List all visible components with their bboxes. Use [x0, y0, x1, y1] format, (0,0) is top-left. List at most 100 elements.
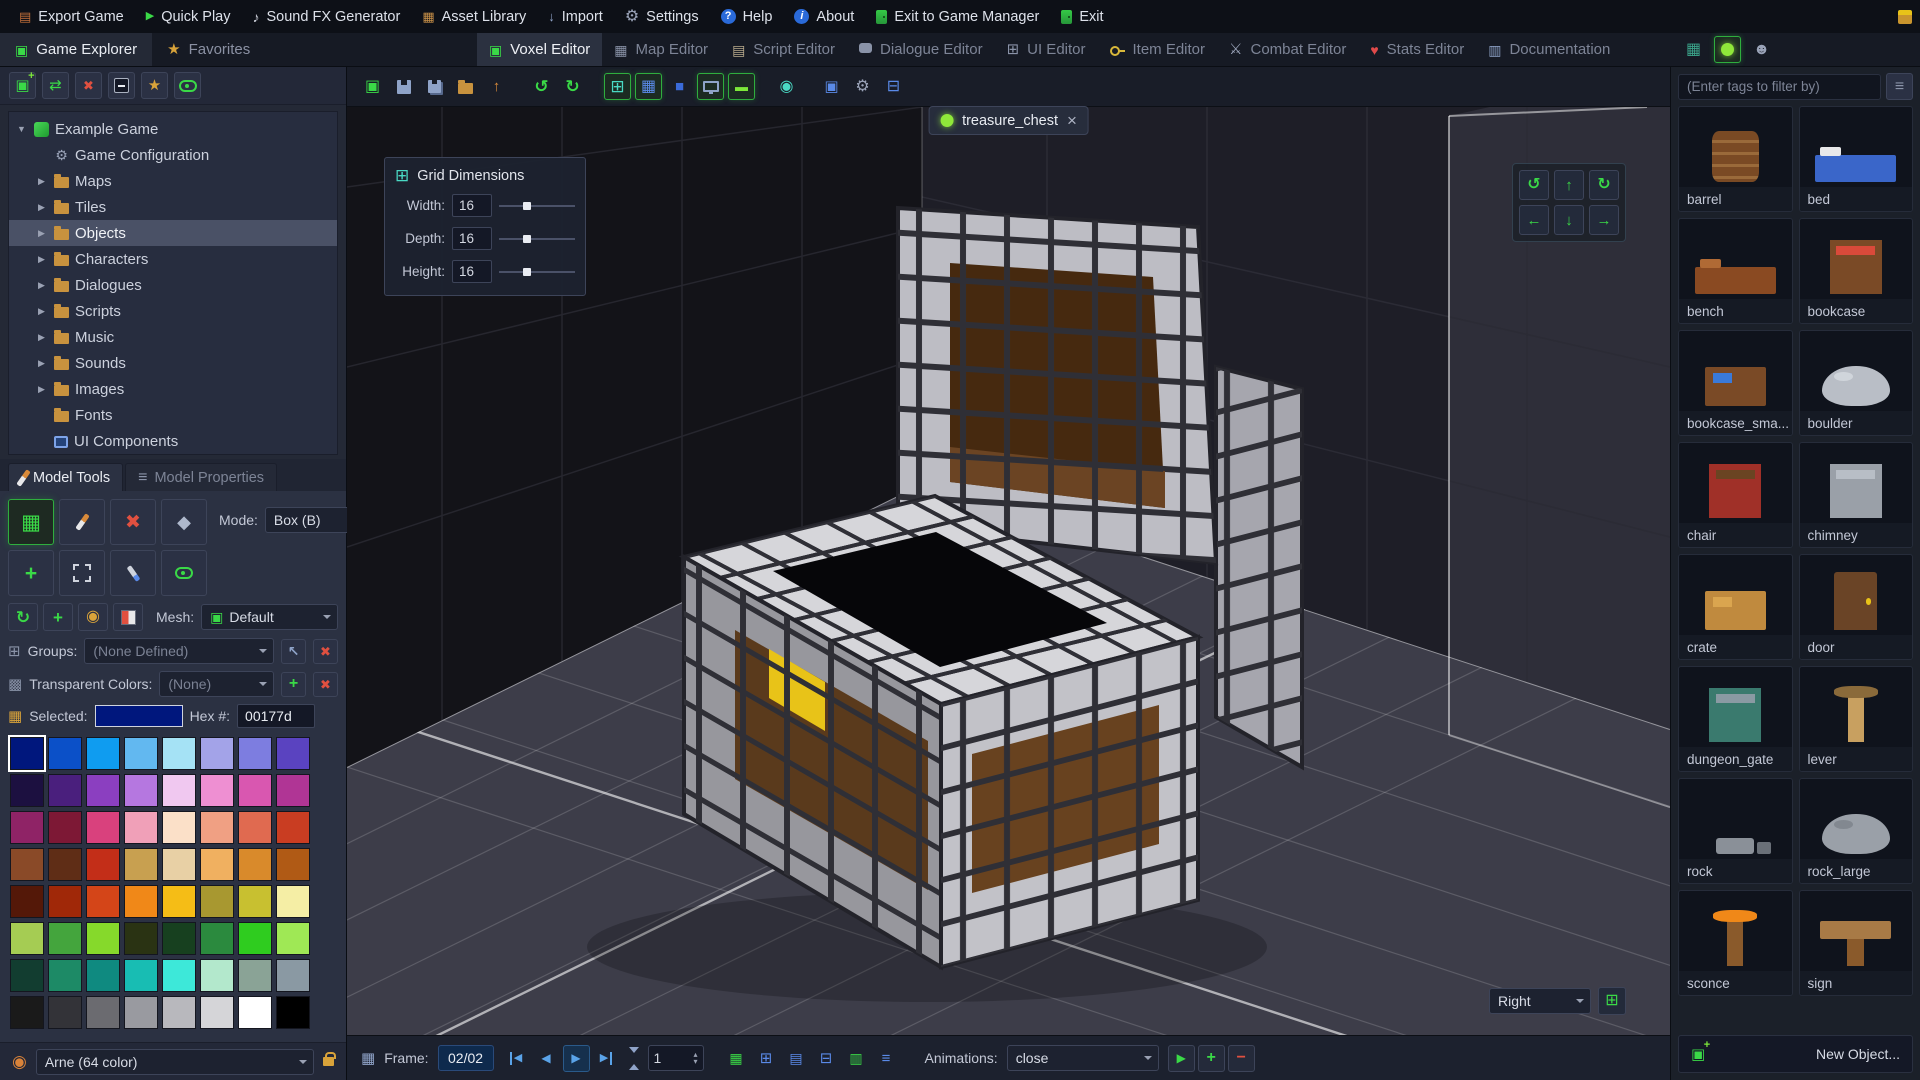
center-view-button[interactable] [1598, 987, 1626, 1015]
palette-swatch[interactable] [162, 996, 196, 1029]
palette-swatch[interactable] [238, 922, 272, 955]
palette-swatch[interactable] [238, 737, 272, 770]
palette-swatch[interactable] [124, 996, 158, 1029]
mesh-select[interactable]: Default [201, 604, 338, 630]
palette-swatch[interactable] [200, 848, 234, 881]
palette-swatch[interactable] [10, 774, 44, 807]
paste-frame-button[interactable] [753, 1045, 780, 1072]
lock-icon[interactable] [323, 1052, 336, 1066]
slider-thumb[interactable] [523, 201, 532, 210]
palette-swatch[interactable] [162, 811, 196, 844]
tab-map-editor[interactable]: Map Editor [602, 33, 720, 66]
palette-swatch[interactable] [86, 996, 120, 1029]
expander-icon[interactable]: ▶ [35, 202, 48, 213]
expander-icon[interactable]: ▶ [35, 358, 48, 369]
remove-transparent-button[interactable] [313, 671, 338, 697]
menu-item-about[interactable]: About [783, 0, 865, 33]
tree-item-ui-components[interactable]: UI Components [9, 428, 337, 454]
new-object-button[interactable]: New Object... [1678, 1035, 1913, 1073]
slider-thumb[interactable] [523, 267, 532, 276]
tree-item-music[interactable]: ▶ Music [9, 324, 337, 350]
pan-left-button[interactable] [1519, 205, 1549, 235]
tree-item-maps[interactable]: ▶ Maps [9, 168, 337, 194]
viewport-settings-button[interactable] [849, 73, 876, 100]
toggle-floor-button[interactable] [728, 73, 755, 100]
filter-options-button[interactable] [1886, 73, 1913, 100]
tab-ui-editor[interactable]: UI Editor [995, 33, 1098, 66]
save-model-as-button[interactable] [421, 73, 448, 100]
palette-swatch[interactable] [48, 737, 82, 770]
menu-item-export-game[interactable]: Export Game [8, 0, 135, 33]
tab-documentation[interactable]: Documentation [1476, 33, 1622, 66]
palette-swatch[interactable] [276, 737, 310, 770]
expander-icon[interactable]: ▶ [35, 176, 48, 187]
tab-dialogue-editor[interactable]: Dialogue Editor [847, 33, 995, 66]
menu-item-exit-to-game-manager[interactable]: Exit to Game Manager [865, 0, 1050, 33]
frame-list-button[interactable] [873, 1045, 900, 1072]
width-value[interactable]: 16 [452, 194, 492, 217]
tree-item-tiles[interactable]: ▶ Tiles [9, 194, 337, 220]
depth-value[interactable]: 16 [452, 227, 492, 250]
rotate-ccw-button[interactable] [1519, 170, 1549, 200]
menu-item-sound-fx-generator[interactable]: Sound FX Generator [242, 0, 412, 33]
palette-swatch[interactable] [238, 959, 272, 992]
tab-favorites[interactable]: Favorites [152, 33, 265, 66]
palette-swatch[interactable] [124, 848, 158, 881]
assign-group-button[interactable] [281, 638, 306, 664]
palette-swatch[interactable] [124, 774, 158, 807]
palette-swatch[interactable] [10, 996, 44, 1029]
palette-swatch[interactable] [238, 885, 272, 918]
last-frame-button[interactable] [593, 1045, 620, 1072]
add-transparent-button[interactable] [281, 671, 306, 697]
palette-swatch[interactable] [200, 774, 234, 807]
tab-item-editor[interactable]: Item Editor [1098, 33, 1218, 66]
toggle-tags-button[interactable] [174, 72, 201, 99]
palette-swatch[interactable] [276, 885, 310, 918]
menu-item-import[interactable]: Import [537, 0, 614, 33]
tab-game-explorer[interactable]: Game Explorer [0, 33, 153, 66]
palette-swatch[interactable] [162, 848, 196, 881]
asset-card-chair[interactable]: chair [1678, 442, 1793, 548]
pan-right-button[interactable] [1589, 205, 1619, 235]
take-screenshot-button[interactable] [818, 73, 845, 100]
resize-grid-button[interactable] [8, 550, 54, 596]
palette-swatch[interactable] [200, 737, 234, 770]
asset-card-bench[interactable]: bench [1678, 218, 1793, 324]
palette-swatch[interactable] [200, 811, 234, 844]
expander-icon[interactable]: ▶ [35, 254, 48, 265]
height-slider[interactable] [499, 265, 575, 279]
asset-card-bookcase-sma[interactable]: bookcase_sma... [1678, 330, 1793, 436]
box-select-button[interactable] [59, 550, 105, 596]
tilt-up-button[interactable] [1554, 170, 1584, 200]
whats-new-icon[interactable] [1898, 9, 1912, 24]
tilt-down-button[interactable] [1554, 205, 1584, 235]
model-tab-treasure-chest[interactable]: treasure_chest × [928, 106, 1089, 135]
expander-icon[interactable]: ▶ [35, 228, 48, 239]
palette-swatch[interactable] [238, 996, 272, 1029]
asset-card-dungeon-gate[interactable]: dungeon_gate [1678, 666, 1793, 772]
palette-swatch[interactable] [86, 774, 120, 807]
palette-swatch[interactable] [124, 959, 158, 992]
palette-swatch[interactable] [276, 996, 310, 1029]
palette-swatch[interactable] [200, 885, 234, 918]
palette-swatch[interactable] [276, 959, 310, 992]
palette-swatch[interactable] [162, 737, 196, 770]
expander-icon[interactable]: ▶ [35, 332, 48, 343]
redo-button[interactable] [559, 73, 586, 100]
tree-item-fonts[interactable]: Fonts [9, 402, 337, 428]
palette-swatch[interactable] [124, 885, 158, 918]
palette-swatch[interactable] [86, 737, 120, 770]
camera-view-select[interactable]: Right [1489, 988, 1591, 1014]
palette-swatch[interactable] [10, 811, 44, 844]
palette-swatch[interactable] [238, 811, 272, 844]
background-color-button[interactable] [666, 73, 693, 100]
add-favorite-button[interactable] [141, 72, 168, 99]
palette-swatch[interactable] [48, 922, 82, 955]
open-model-button[interactable] [452, 73, 479, 100]
palette-swatch[interactable] [48, 811, 82, 844]
mirror-model-button[interactable] [113, 603, 143, 631]
toggle-camera-preview-button[interactable] [697, 73, 724, 100]
attach-points-button[interactable] [161, 550, 207, 596]
collapse-all-button[interactable] [108, 72, 135, 99]
new-resource-button[interactable] [9, 71, 36, 99]
